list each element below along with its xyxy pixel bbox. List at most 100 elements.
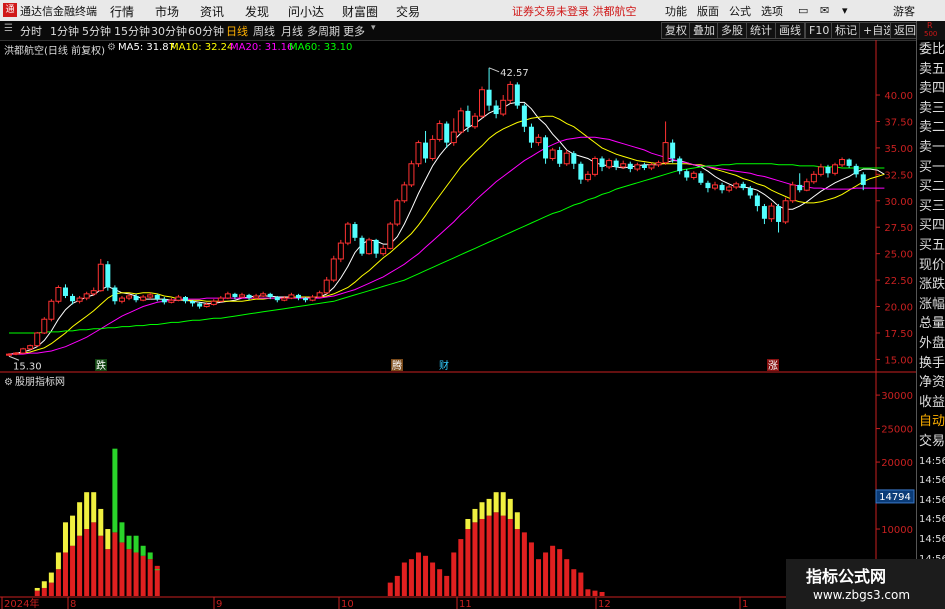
indicator-bar-yellow <box>514 512 520 530</box>
tab-daily[interactable]: 日线 <box>226 23 248 39</box>
sidebar-item: 换手 <box>919 355 945 371</box>
indicator-bar-green <box>133 535 139 553</box>
candle-body <box>563 152 570 165</box>
candle-body <box>246 294 252 299</box>
f10-button[interactable]: F10 <box>805 22 834 39</box>
tab-monthly[interactable]: 月线 <box>281 23 303 39</box>
sidebar-item: 卖五 <box>919 61 945 77</box>
menu-ask[interactable]: 问小达 <box>288 3 324 20</box>
candle-body <box>514 84 520 106</box>
indicator-bar-red <box>55 569 61 596</box>
candle-body <box>797 184 803 191</box>
multi-stock-button[interactable]: 多股 <box>717 22 747 39</box>
dropdown-icon[interactable]: ▾ <box>842 4 848 17</box>
candle-body <box>571 153 577 164</box>
watermark-title: 指标公式网 <box>806 567 887 586</box>
menu-options[interactable]: 选项 <box>761 3 783 19</box>
candle-body <box>648 164 655 169</box>
guest-label[interactable]: 游客 <box>893 3 915 19</box>
menu-trade[interactable]: 交易 <box>396 3 420 20</box>
candle-body <box>224 293 231 299</box>
candle-body <box>309 296 316 301</box>
mark-button[interactable]: 标记 <box>831 22 861 39</box>
more-dropdown-icon[interactable]: ▾ <box>371 23 376 33</box>
tab-60min[interactable]: 60分钟 <box>188 23 224 39</box>
menu-layout[interactable]: 版面 <box>697 3 719 19</box>
candle-body <box>112 287 118 302</box>
indicator-bar-red <box>500 515 506 596</box>
indicator-bar-yellow <box>465 518 471 530</box>
hamburger-icon[interactable]: ☰ <box>4 23 13 34</box>
menu-wealth[interactable]: 财富圈 <box>342 3 378 20</box>
candle-body <box>789 184 796 202</box>
price-tick-label: 20.00 <box>884 303 913 314</box>
candle-body <box>217 297 224 302</box>
tab-5min[interactable]: 5分钟 <box>82 23 111 39</box>
candle-body <box>401 184 408 202</box>
indicator-bar-red <box>62 552 68 596</box>
menu-formula[interactable]: 公式 <box>729 3 751 19</box>
high-pointer <box>488 67 500 73</box>
stats-button[interactable]: 统计 <box>746 22 776 39</box>
date-tick-label: 1 <box>742 599 748 609</box>
candle-body <box>641 164 647 168</box>
candle-body <box>267 293 273 298</box>
candle-body <box>698 173 704 183</box>
candle-body <box>457 110 464 133</box>
menu-function[interactable]: 功能 <box>665 3 687 19</box>
candle-body <box>415 142 422 165</box>
draw-button[interactable]: 画线 <box>775 22 805 39</box>
overlay-button[interactable]: 叠加 <box>689 22 719 39</box>
indicator-bar-yellow <box>55 552 61 570</box>
tab-30min[interactable]: 30分钟 <box>151 23 187 39</box>
indicator-tick-label: 10000 <box>881 525 913 536</box>
tab-15min[interactable]: 15分钟 <box>114 23 150 39</box>
menu-news[interactable]: 资讯 <box>200 3 224 20</box>
tab-1min[interactable]: 1分钟 <box>50 23 79 39</box>
price-tick-label: 37.50 <box>884 117 913 128</box>
ma20-line <box>9 136 885 355</box>
indicator-bar-red <box>514 529 520 596</box>
tab-timeshare[interactable]: 分时 <box>20 23 42 39</box>
candle-body <box>543 137 549 159</box>
indicator-bar-red <box>437 569 443 596</box>
tab-weekly[interactable]: 周线 <box>253 23 275 39</box>
adjust-button[interactable]: 复权 <box>661 22 691 39</box>
menu-exchange[interactable]: 市场 <box>155 3 179 20</box>
indicator-bar-red <box>415 552 421 596</box>
candle-body <box>118 297 125 302</box>
mail-icon[interactable]: ✉ <box>820 4 829 17</box>
candle-body <box>380 247 387 255</box>
watermark-url: www.zbgs3.com <box>813 588 911 602</box>
indicator-bar-red <box>140 555 146 596</box>
indicator-bar-red <box>154 565 160 596</box>
candle-body <box>316 292 323 298</box>
indicator-bar-green <box>126 535 132 550</box>
candle-body <box>359 237 365 254</box>
minimize-icon[interactable]: ▭ <box>798 4 808 17</box>
candle-body <box>281 297 288 301</box>
candle-body <box>705 182 711 189</box>
tab-multi-period[interactable]: 多周期 <box>307 23 340 39</box>
tab-more[interactable]: 更多 <box>343 23 365 39</box>
indicator-bar-red <box>599 591 605 596</box>
candle-body <box>423 142 429 159</box>
high-price-label: 42.57 <box>500 68 529 79</box>
kline-chart[interactable]: 40.00 37.50 35.00 32.50 30.00 27.50 25.00 22.50… <box>0 40 916 609</box>
sidebar-item: 自动 <box>919 414 945 430</box>
sidebar-item: 买三 <box>919 198 945 214</box>
date-tick-label: 9 <box>216 599 222 609</box>
menu-discover[interactable]: 发现 <box>245 3 269 20</box>
level2-badge[interactable]: R 500 <box>916 21 945 40</box>
candle-body <box>6 353 12 356</box>
candle-body <box>274 297 280 301</box>
indicator-bar-yellow <box>34 587 40 591</box>
indicator-bar-yellow <box>84 492 90 530</box>
candle-body <box>105 264 111 288</box>
date-tick-label: 11 <box>459 599 472 609</box>
indicator-bar-red <box>557 549 563 596</box>
indicator-bar-red <box>70 545 76 596</box>
sidebar-item: 收益 <box>919 394 945 410</box>
menu-market[interactable]: 行情 <box>110 3 134 20</box>
date-tick-label: 8 <box>70 599 76 609</box>
